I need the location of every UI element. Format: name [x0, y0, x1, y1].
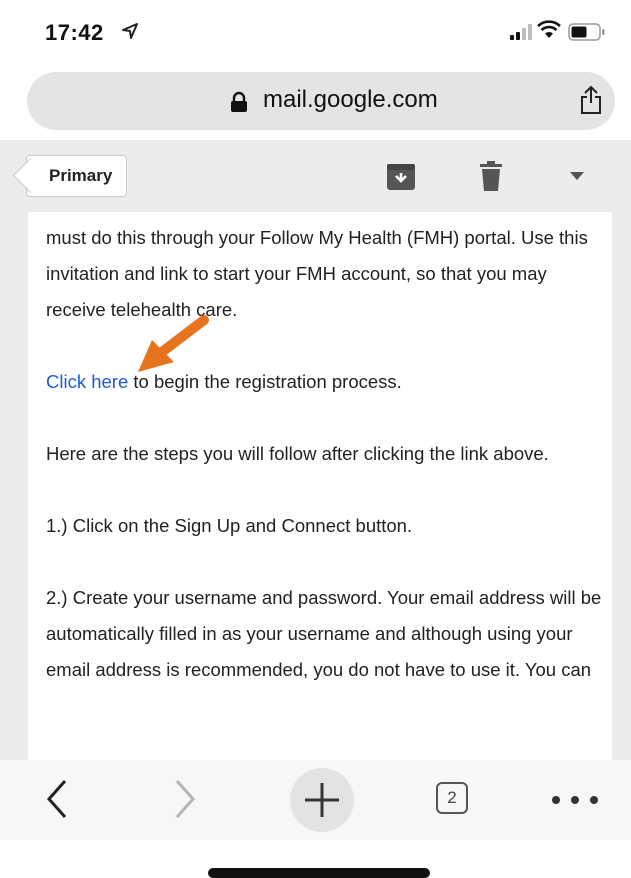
- lock-icon: [231, 91, 247, 112]
- tabs-button[interactable]: 2: [436, 782, 468, 814]
- email-paragraph-link: Click here to begin the registration pro…: [46, 364, 606, 400]
- battery-icon: [568, 23, 605, 41]
- signal-icon: [510, 24, 532, 40]
- more-dots-icon[interactable]: [551, 795, 599, 805]
- more-dropdown-icon[interactable]: [570, 172, 584, 180]
- plus-icon: [305, 783, 339, 817]
- forward-arrow-icon[interactable]: [173, 779, 197, 819]
- gmail-toolbar: Primary: [0, 140, 631, 212]
- email-paragraph: Here are the steps you will follow after…: [46, 443, 549, 464]
- email-paragraph: 1.) Click on the Sign Up and Connect but…: [46, 515, 413, 536]
- archive-icon[interactable]: [387, 164, 415, 190]
- share-icon[interactable]: [579, 85, 603, 115]
- home-indicator[interactable]: [208, 868, 430, 878]
- address-bar[interactable]: mail.google.com: [27, 72, 615, 130]
- primary-label: Primary: [49, 166, 113, 185]
- location-arrow-icon: [122, 23, 138, 39]
- back-arrow-icon[interactable]: [45, 779, 69, 819]
- wifi-icon: [537, 20, 561, 38]
- status-time: 17:42: [45, 20, 104, 45]
- email-paragraph: 2.) Create your username and password. Y…: [46, 587, 602, 680]
- email-content-area[interactable]: must do this through your Follow My Heal…: [0, 212, 631, 760]
- browser-bottom-bar: 2: [0, 760, 631, 840]
- email-body: must do this through your Follow My Heal…: [28, 212, 612, 760]
- status-bar: 17:42: [0, 0, 631, 62]
- click-here-link[interactable]: Click here: [46, 371, 128, 392]
- trash-icon[interactable]: [480, 161, 502, 191]
- orange-annotation-arrow-icon: [138, 315, 209, 372]
- new-tab-button[interactable]: [290, 768, 354, 832]
- back-to-primary-button[interactable]: Primary: [26, 155, 128, 197]
- email-paragraph: must do this through your Follow My Heal…: [46, 227, 588, 320]
- email-text: must do this through your Follow My Heal…: [46, 220, 606, 724]
- url-text: mail.google.com: [263, 86, 438, 113]
